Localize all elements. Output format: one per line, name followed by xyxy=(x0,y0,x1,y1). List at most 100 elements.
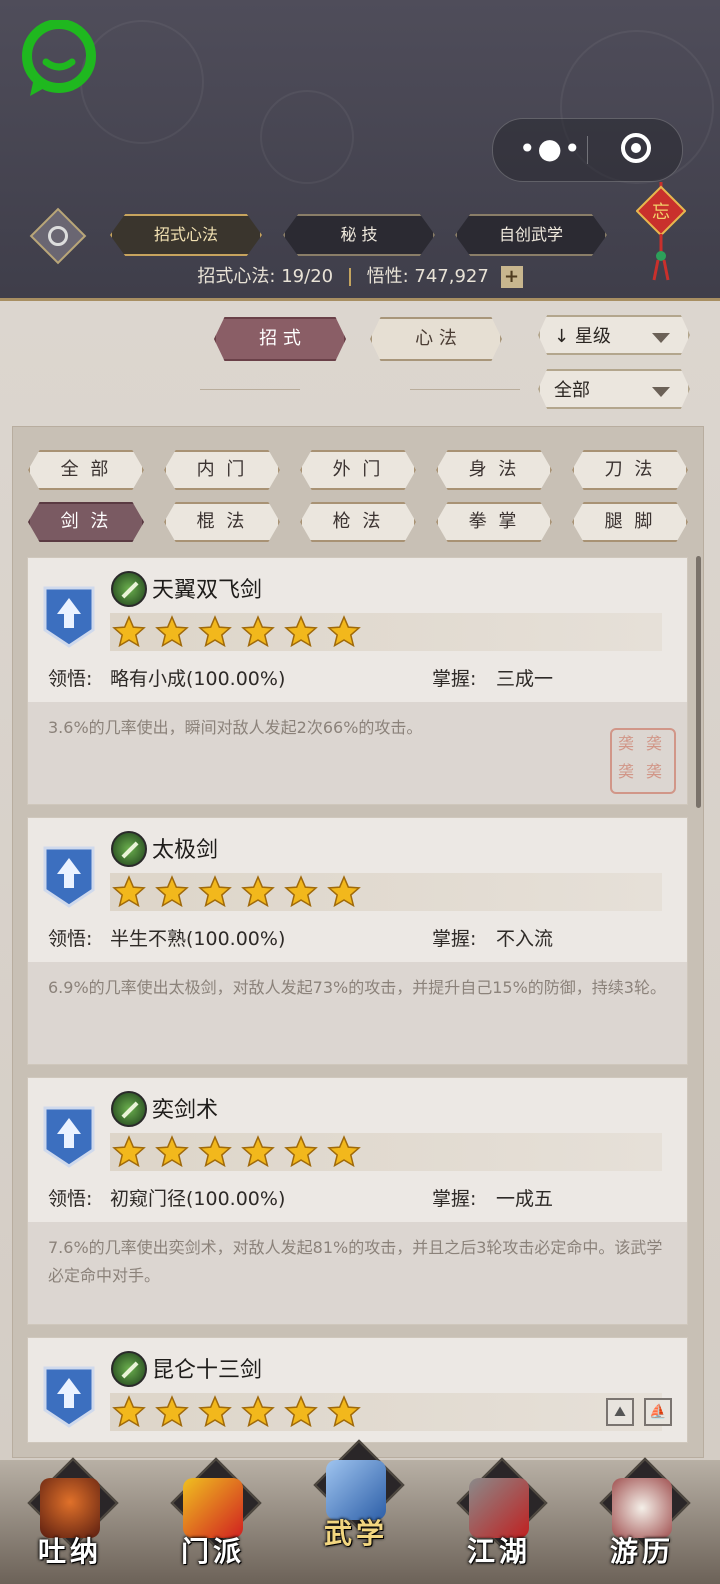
toggle-methods[interactable]: 心 法 xyxy=(370,317,502,361)
star-icon xyxy=(327,1395,361,1428)
sort-dropdown[interactable]: ↓ 星级 xyxy=(538,315,690,355)
mastery-value: 一成五 xyxy=(496,1188,554,1210)
star-icon xyxy=(284,615,318,648)
insight-label: 悟性: xyxy=(366,266,409,287)
nav-sect[interactable]: 门派 xyxy=(163,1457,263,1570)
moves-count-label: 招式心法: xyxy=(197,266,276,287)
star-icon xyxy=(198,1135,232,1168)
star-icon xyxy=(284,1135,318,1168)
star-icon xyxy=(241,875,275,908)
skill-card[interactable]: 昆仑十三剑 ⛰ ⛵ xyxy=(27,1337,688,1443)
star-icon xyxy=(112,875,146,908)
nav-label: 门派 xyxy=(180,1535,245,1568)
filter-staff[interactable]: 棍 法 xyxy=(164,502,280,542)
filter-spear[interactable]: 枪 法 xyxy=(300,502,416,542)
comprehension-label: 领悟: xyxy=(48,928,93,950)
filter-fist[interactable]: 拳 掌 xyxy=(436,502,552,542)
star-icon xyxy=(284,1395,318,1428)
tab-secret-skills[interactable]: 秘 技 xyxy=(283,214,435,256)
sort-arrow-icon: ↓ xyxy=(554,326,570,347)
upgrade-badge-icon[interactable] xyxy=(41,584,97,648)
header-ornament xyxy=(260,90,354,184)
skill-name: 奕剑术 xyxy=(152,1098,219,1123)
mastery-value: 不入流 xyxy=(496,928,554,950)
filter-saber[interactable]: 刀 法 xyxy=(572,450,688,490)
star-icon xyxy=(327,615,361,648)
bottom-nav: 吐纳 门派 武学 江湖 游历 xyxy=(0,1439,720,1584)
skill-card[interactable]: 天翼双飞剑 领悟: 略有小成(100.00%) 掌握: 三成一 3.6%的几率使… xyxy=(27,557,688,805)
filter-outer[interactable]: 外 门 xyxy=(300,450,416,490)
close-target-icon[interactable] xyxy=(621,133,651,163)
star-icon xyxy=(327,1135,361,1168)
upgrade-badge-icon[interactable] xyxy=(41,844,97,908)
comprehension-value: 初窥门径(100.00%) xyxy=(110,1188,286,1210)
nav-label: 游历 xyxy=(609,1535,674,1568)
mastery-label: 掌握: xyxy=(432,928,477,950)
star-icon xyxy=(155,1395,189,1428)
star-icon xyxy=(112,615,146,648)
filter-inner[interactable]: 内 门 xyxy=(164,450,280,490)
star-icon xyxy=(155,615,189,648)
more-icon[interactable]: •●• xyxy=(519,135,582,163)
sword-skill-icon xyxy=(111,1091,147,1127)
star-icon xyxy=(198,875,232,908)
upgrade-badge-icon[interactable] xyxy=(41,1364,97,1428)
star-icon xyxy=(284,875,318,908)
bamboo-hat-icon xyxy=(469,1478,529,1538)
sort-label: 星级 xyxy=(574,326,611,347)
nav-martial-arts[interactable]: 武学 xyxy=(306,1439,406,1552)
mastery-label: 掌握: xyxy=(432,668,477,690)
star-rating xyxy=(110,1133,662,1171)
star-rating xyxy=(110,1393,662,1431)
decorative-line xyxy=(410,389,520,390)
nav-label: 武学 xyxy=(323,1517,388,1550)
filter-movement[interactable]: 身 法 xyxy=(436,450,552,490)
white-horse-icon xyxy=(612,1478,672,1538)
tab-moves-methods[interactable]: 招式心法 xyxy=(110,214,262,256)
star-icon xyxy=(327,875,361,908)
add-insight-button[interactable]: + xyxy=(500,266,523,288)
stats-line: 招式心法: 19/20 悟性: 747,927 + xyxy=(0,262,720,288)
nav-travel[interactable]: 游历 xyxy=(592,1457,692,1570)
scroll-book-icon xyxy=(326,1460,386,1520)
skill-name: 太极剑 xyxy=(152,838,219,863)
comprehension-label: 领悟: xyxy=(48,1188,93,1210)
sect-banner-icon xyxy=(183,1478,243,1538)
star-icon xyxy=(241,615,275,648)
mountain-icon[interactable]: ⛰ xyxy=(606,1398,634,1426)
toggle-moves[interactable]: 招 式 xyxy=(214,317,346,361)
skill-card[interactable]: 奕剑术 领悟: 初窥门径(100.00%) 掌握: 一成五 7.6%的几率使出奕… xyxy=(27,1077,688,1325)
sword-skill-icon xyxy=(111,831,147,867)
stats-divider xyxy=(348,268,351,286)
decorative-line xyxy=(200,389,300,390)
filter-leg[interactable]: 腿 脚 xyxy=(572,502,688,542)
chat-icon[interactable] xyxy=(20,20,98,98)
star-icon xyxy=(155,1135,189,1168)
meditating-monk-icon xyxy=(40,1478,100,1538)
seal-stamp-icon: 䶮䶮 䶮䶮 xyxy=(610,728,676,794)
scrollbar[interactable] xyxy=(696,556,701,808)
star-rating xyxy=(110,873,662,911)
eye-icon xyxy=(48,226,68,246)
skill-card[interactable]: 太极剑 领悟: 半生不熟(100.00%) 掌握: 不入流 6.9%的几率使出太… xyxy=(27,817,688,1065)
moves-count-value: 19/20 xyxy=(281,266,334,287)
eye-toggle-button[interactable] xyxy=(29,207,87,265)
filter-sword[interactable]: 剑 法 xyxy=(28,502,144,542)
star-rating xyxy=(110,613,662,651)
tab-self-created[interactable]: 自创武学 xyxy=(455,214,607,256)
filter-all[interactable]: 全 部 xyxy=(28,450,144,490)
star-icon xyxy=(112,1135,146,1168)
sword-skill-icon xyxy=(111,1351,147,1387)
nav-label: 江湖 xyxy=(466,1535,531,1568)
comprehension-value: 略有小成(100.00%) xyxy=(110,668,286,690)
comprehension-value: 半生不熟(100.00%) xyxy=(110,928,286,950)
mastery-label: 掌握: xyxy=(432,1188,477,1210)
star-icon xyxy=(198,1395,232,1428)
star-icon xyxy=(198,615,232,648)
sail-icon[interactable]: ⛵ xyxy=(644,1398,672,1426)
nav-tuna[interactable]: 吐纳 xyxy=(20,1457,120,1570)
sword-skill-icon xyxy=(111,571,147,607)
nav-jianghu[interactable]: 江湖 xyxy=(449,1457,549,1570)
scope-dropdown[interactable]: 全部 xyxy=(538,369,690,409)
upgrade-badge-icon[interactable] xyxy=(41,1104,97,1168)
